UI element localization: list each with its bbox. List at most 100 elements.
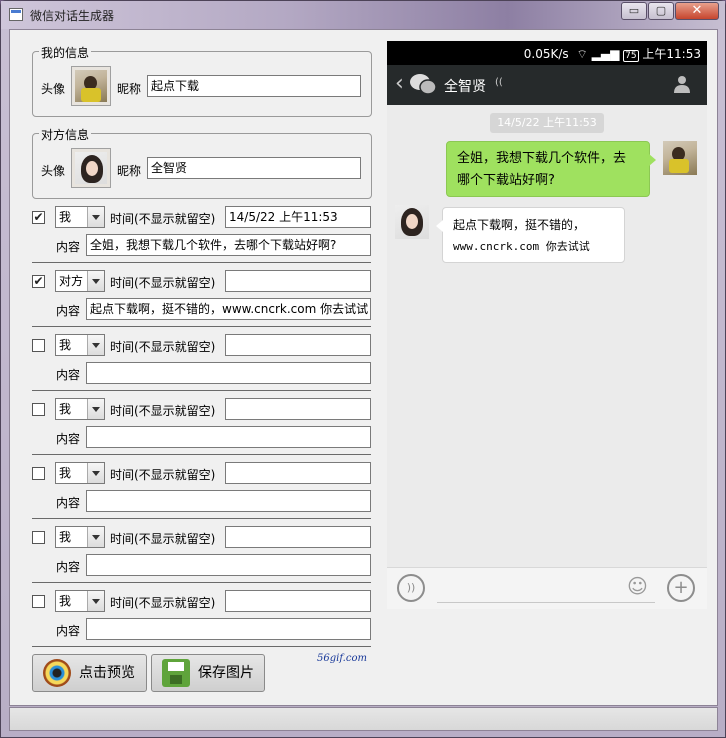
row-4-content-input[interactable] [86,426,371,448]
status-bar [9,707,718,731]
minimize-button[interactable]: ▭ [621,2,647,20]
row-divider [32,326,371,327]
row-3-time-input[interactable] [225,334,371,356]
chat-input-bar: )) ☺ + [387,567,707,609]
row-divider [32,582,371,583]
peer-message-line-2: www.cncrk.com 你去试试 [453,240,590,253]
row-4-time-input[interactable] [225,398,371,420]
preview-button[interactable]: 点击预览 [32,654,147,692]
text-input-line[interactable] [437,602,655,603]
row-5-checkbox[interactable] [32,467,45,480]
phone-status-bar: 0.05K/s ⌔ ▂▄▆ 75 上午11:53 [387,41,707,65]
peer-avatar-image [75,152,107,184]
row-2-content-input[interactable]: 起点下载啊，挺不错的，www.cncrk.com 你去试试 [86,298,371,320]
my-nick-label: 昵称 [117,82,142,96]
title-bar[interactable]: 微信对话生成器 ▭ ▢ ✕ [1,1,725,29]
row-7-time-input[interactable] [225,590,371,612]
close-button[interactable]: ✕ [675,2,719,20]
my-avatar-button[interactable] [71,66,111,106]
row-2-time-input[interactable] [225,270,371,292]
peer-avatar-image [395,205,429,239]
row-2-speaker-select[interactable]: 对方 [55,270,105,292]
save-disk-icon [162,659,190,687]
battery-level: 75 [625,51,637,61]
row-1-content-input[interactable]: 全姐，我想下载几个软件，去哪个下载站好啊? [86,234,371,256]
row-3-checkbox[interactable] [32,339,45,352]
phone-clock: 上午11:53 [642,47,701,61]
chat-nav-bar: ‹ 全智贤 (( [387,65,707,105]
save-image-button[interactable]: 保存图片 [151,654,265,692]
row-divider [32,390,371,391]
peer-nickname-input[interactable]: 全智贤 [147,157,361,179]
row-5-time-input[interactable] [225,462,371,484]
my-avatar-label: 头像 [41,82,66,96]
my-chat-avatar [663,141,697,175]
row-5-content-label: 内容 [56,496,81,510]
row-5-speaker-select[interactable]: 我 [55,462,105,484]
smile-icon[interactable]: ☺ [627,574,648,598]
chat-partner-name: 全智贤 [444,79,486,95]
row-3-content-input[interactable] [86,362,371,384]
row-4-checkbox[interactable] [32,403,45,416]
row-6-time-input[interactable] [225,526,371,548]
wechat-preview: 0.05K/s ⌔ ▂▄▆ 75 上午11:53 ‹ 全智贤 (( 14/5/2… [387,41,707,609]
row-6-speaker-select[interactable]: 我 [55,526,105,548]
chevron-down-icon [87,207,104,227]
row-2-checkbox[interactable]: ✔ [32,275,45,288]
row-5-time-label: 时间(不显示就留空) [110,468,216,482]
row-1-speaker-select[interactable]: 我 [55,206,105,228]
watermark: 56gif.com [317,653,367,664]
voice-icon[interactable]: )) [397,574,425,602]
maximize-button[interactable]: ▢ [648,2,674,20]
row-6-content-input[interactable] [86,554,371,576]
my-info-legend: 我的信息 [39,44,92,61]
peer-avatar-label: 头像 [41,164,66,178]
row-4-content-label: 内容 [56,432,81,446]
row-3-speaker-select[interactable]: 我 [55,334,105,356]
row-5-speaker: 我 [59,466,72,480]
row-7-content-input[interactable] [86,618,371,640]
peer-info-group: 对方信息 头像 昵称 全智贤 [32,126,372,199]
row-1-time-input[interactable]: 14/5/22 上午11:53 [225,206,371,228]
row-divider [32,518,371,519]
row-6-content-label: 内容 [56,560,81,574]
window-title: 微信对话生成器 [30,9,115,23]
save-label: 保存图片 [198,665,254,681]
my-avatar-image [663,141,697,175]
row-1-speaker: 我 [59,210,72,224]
plus-icon[interactable]: + [667,574,695,602]
row-7-speaker-select[interactable]: 我 [55,590,105,612]
row-1-time-label: 时间(不显示就留空) [110,212,216,226]
chevron-down-icon [87,271,104,291]
back-icon[interactable]: ‹ [395,71,404,96]
net-speed: 0.05K/s [523,47,569,61]
my-nickname-input[interactable]: 起点下载 [147,75,361,97]
earpiece-icon: (( [495,77,503,88]
person-icon[interactable] [673,75,691,93]
app-icon [9,8,23,21]
my-info-group: 我的信息 头像 昵称 起点下载 [32,44,372,117]
chevron-down-icon [87,463,104,483]
row-divider [32,454,371,455]
row-5-content-input[interactable] [86,490,371,512]
row-7-time-label: 时间(不显示就留空) [110,596,216,610]
peer-avatar-button[interactable] [71,148,111,188]
signal-icon: ▂▄▆ [591,47,620,61]
preview-label: 点击预览 [79,665,135,681]
row-2-speaker: 对方 [59,274,84,288]
row-7-checkbox[interactable] [32,595,45,608]
row-4-time-label: 时间(不显示就留空) [110,404,216,418]
my-avatar-image [75,70,107,102]
row-6-speaker: 我 [59,530,72,544]
row-1-checkbox[interactable]: ✔ [32,211,45,224]
row-3-time-label: 时间(不显示就留空) [110,340,216,354]
row-4-speaker-select[interactable]: 我 [55,398,105,420]
row-4-speaker: 我 [59,402,72,416]
my-message-line-2: 哪个下载站好啊? [457,173,555,188]
row-6-checkbox[interactable] [32,531,45,544]
peer-message-bubble: 起点下载啊，挺不错的， www.cncrk.com 你去试试 [436,207,625,263]
chevron-down-icon [87,527,104,547]
row-2-time-label: 时间(不显示就留空) [110,276,216,290]
row-3-content-label: 内容 [56,368,81,382]
peer-info-legend: 对方信息 [39,126,92,143]
